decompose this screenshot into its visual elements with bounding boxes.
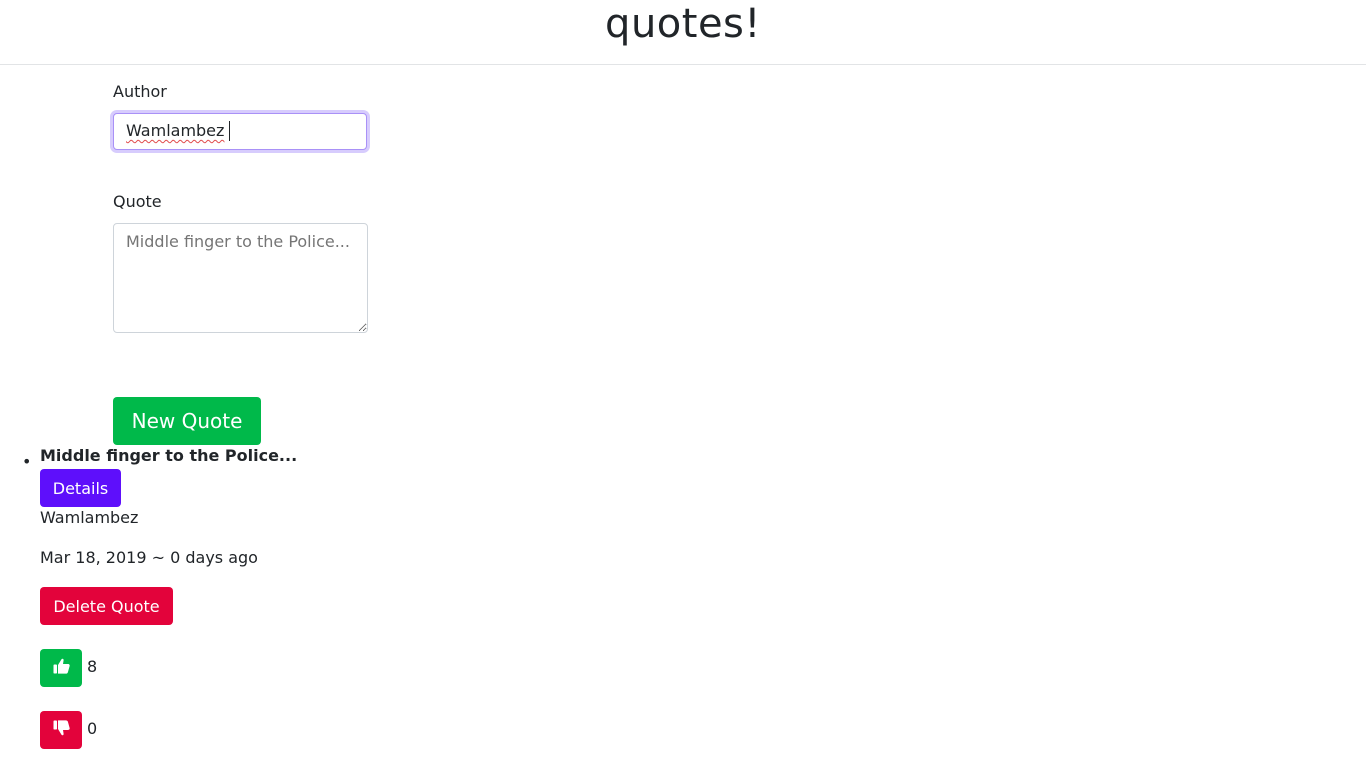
downvote-button[interactable] — [40, 711, 82, 749]
quote-author: Wamlambez — [40, 508, 139, 527]
new-quote-button[interactable]: New Quote — [113, 397, 261, 445]
details-button[interactable]: Details — [40, 469, 121, 507]
text-caret — [229, 121, 230, 141]
delete-quote-button[interactable]: Delete Quote — [40, 587, 173, 625]
downvote-count: 0 — [87, 719, 98, 738]
upvote-count: 8 — [87, 657, 98, 676]
thumbs-up-icon — [53, 658, 70, 678]
page-title: quotes! — [605, 1, 761, 47]
thumbs-down-icon — [53, 720, 70, 740]
page-header: quotes! — [0, 0, 1366, 65]
author-label: Author — [113, 82, 167, 101]
quote-date: Mar 18, 2019 ~ 0 days ago — [40, 548, 258, 567]
list-bullet: • — [22, 452, 32, 471]
author-input-value: Wamlambez — [126, 121, 225, 140]
quote-text: Middle finger to the Police... — [40, 446, 298, 465]
quote-textarea[interactable] — [113, 223, 368, 333]
quote-label: Quote — [113, 192, 162, 211]
upvote-button[interactable] — [40, 649, 82, 687]
